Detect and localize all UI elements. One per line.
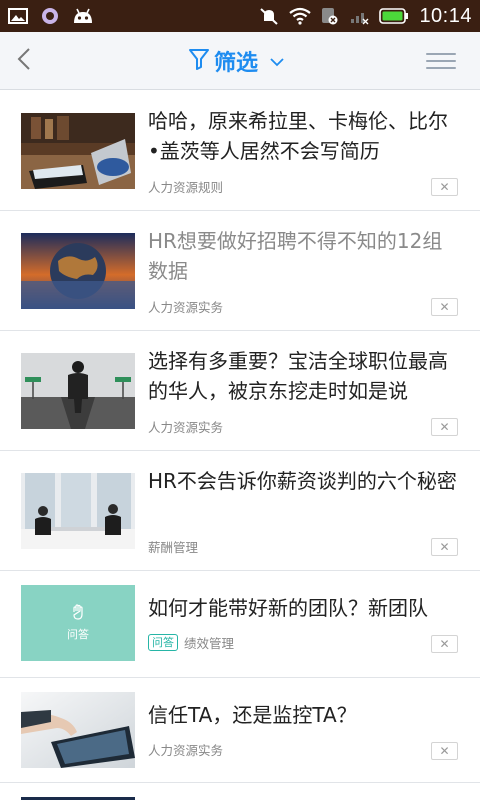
- close-icon: ✕: [439, 180, 450, 194]
- close-icon: ✕: [439, 420, 450, 434]
- sim-icon: [319, 7, 339, 25]
- article-title: HR不会告诉你薪资谈判的六个秘密: [148, 469, 457, 493]
- article-category: 人力资源实务: [148, 743, 224, 758]
- interview-photo: [21, 473, 135, 549]
- article-title: 哈哈，原来希拉里、卡梅伦、比尔•盖茨等人居然不会写简历: [148, 109, 448, 163]
- dismiss-button[interactable]: ✕: [431, 178, 458, 196]
- article-item[interactable]: [0, 783, 480, 800]
- article-item[interactable]: HR想要做好招聘不得不知的12组数据 人力资源实务 ✕: [0, 211, 480, 331]
- funnel-icon: [188, 47, 210, 75]
- top-bar: 筛选: [0, 32, 480, 90]
- signal-icon: [349, 7, 369, 25]
- article-meta: 人力资源规则: [148, 177, 223, 196]
- dismiss-button[interactable]: ✕: [431, 418, 458, 436]
- chevron-down-icon: [270, 52, 284, 71]
- article-category: 人力资源实务: [148, 300, 224, 315]
- filter-label: 筛选: [214, 51, 259, 76]
- back-button[interactable]: [8, 44, 40, 78]
- article-meta: 人力资源实务: [148, 297, 223, 316]
- menu-button[interactable]: [426, 48, 456, 74]
- menu-line: [426, 67, 456, 69]
- article-title: 信任TA，还是监控TA？: [148, 703, 357, 727]
- dismiss-button[interactable]: ✕: [431, 298, 458, 316]
- article-title: 如何才能带好新的团队？新团队: [148, 596, 428, 620]
- menu-line: [426, 60, 456, 62]
- dismiss-button[interactable]: ✕: [431, 538, 458, 556]
- dismiss-button[interactable]: ✕: [431, 742, 458, 760]
- article-category: 人力资源规则: [148, 180, 224, 195]
- tablet-hand-photo: [21, 692, 135, 768]
- battery-icon: [379, 7, 409, 25]
- article-category: 人力资源实务: [148, 420, 224, 435]
- qa-placeholder: 问答: [21, 585, 135, 661]
- wifi-icon: [289, 7, 312, 25]
- bubble-icon: [40, 7, 60, 25]
- status-bar: 10:14: [0, 0, 480, 32]
- chevron-left-icon: [16, 47, 32, 75]
- article-category: 薪酬管理: [148, 540, 199, 555]
- article-item[interactable]: 选择有多重要？宝洁全球职位最高的华人，被京东挖走时如是说 人力资源实务 ✕: [0, 331, 480, 451]
- dismiss-button[interactable]: ✕: [431, 635, 458, 653]
- article-category: 绩效管理: [184, 636, 235, 651]
- article-item[interactable]: HR不会告诉你薪资谈判的六个秘密 薪酬管理 ✕: [0, 451, 480, 571]
- article-meta: 人力资源实务: [148, 740, 223, 759]
- qa-tag: 问答: [148, 634, 178, 651]
- thumb-label: 问答: [67, 628, 89, 641]
- close-icon: ✕: [439, 637, 450, 651]
- hand-icon: [71, 604, 85, 624]
- article-meta: 人力资源实务: [148, 417, 223, 436]
- article-item[interactable]: 信任TA，还是监控TA？ 人力资源实务 ✕: [0, 678, 480, 783]
- crossroads-man-photo: [21, 353, 135, 429]
- article-title: 选择有多重要？宝洁全球职位最高的华人，被京东挖走时如是说: [148, 349, 448, 403]
- close-icon: ✕: [439, 540, 450, 554]
- article-title: HR想要做好招聘不得不知的12组数据: [148, 229, 443, 283]
- close-icon: ✕: [439, 300, 450, 314]
- filter-button[interactable]: 筛选: [188, 44, 284, 78]
- article-item[interactable]: 问答 如何才能带好新的团队？新团队 问答 绩效管理 ✕: [0, 571, 480, 678]
- laptop-desk-photo: [21, 113, 135, 189]
- article-meta: 薪酬管理: [148, 537, 198, 556]
- mute-icon: [259, 7, 279, 25]
- clock-time: 10:14: [419, 4, 472, 27]
- article-meta: 问答 绩效管理: [148, 633, 234, 652]
- close-icon: ✕: [439, 744, 450, 758]
- image-icon: [8, 7, 28, 25]
- menu-line: [426, 53, 456, 55]
- article-list: 哈哈，原来希拉里、卡梅伦、比尔•盖茨等人居然不会写简历 人力资源规则 ✕ HR想…: [0, 91, 480, 800]
- article-item[interactable]: 哈哈，原来希拉里、卡梅伦、比尔•盖茨等人居然不会写简历 人力资源规则 ✕: [0, 91, 480, 211]
- globe-sunset-photo: [21, 233, 135, 309]
- android-icon: [72, 7, 92, 25]
